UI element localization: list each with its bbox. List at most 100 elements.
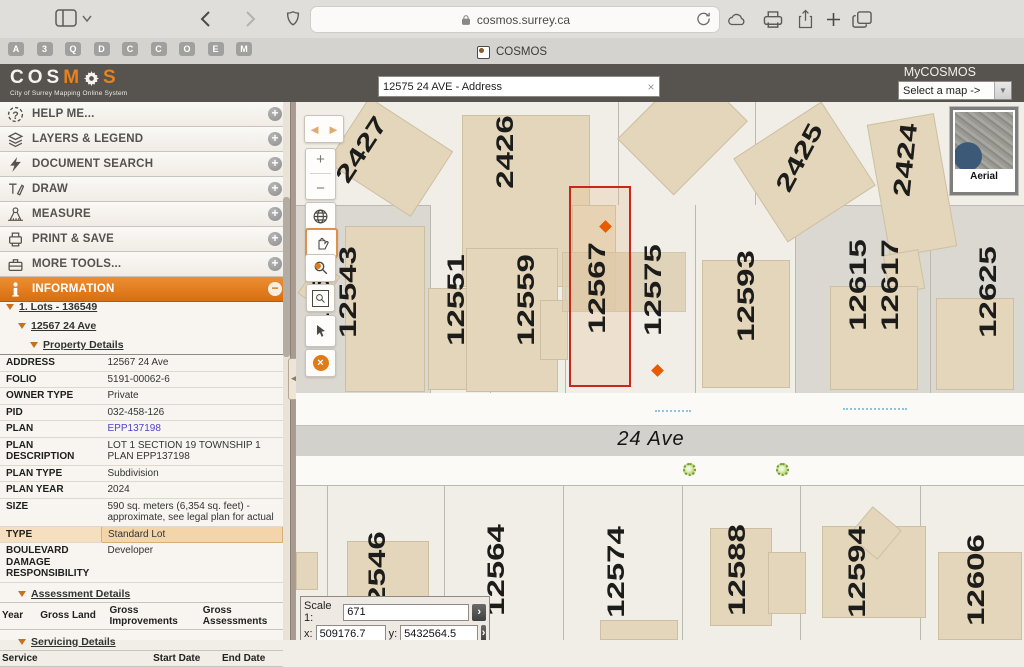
field-label: TYPE xyxy=(0,526,102,543)
tab-overview-icon[interactable] xyxy=(852,10,873,29)
parcel-label-12543[interactable]: 12543 xyxy=(335,246,362,338)
dropdown-arrow-icon[interactable]: ▼ xyxy=(994,82,1011,99)
icloud-icon[interactable] xyxy=(724,11,750,29)
scrollbar-thumb[interactable] xyxy=(283,197,290,357)
parcel-label-12551[interactable]: 12551 xyxy=(443,254,470,346)
parcel-label-12594[interactable]: 12594 xyxy=(844,526,871,618)
parcel-label-2426[interactable]: 2426 xyxy=(492,115,519,188)
print-icon[interactable] xyxy=(762,10,784,29)
clear-search-icon[interactable]: × xyxy=(643,80,659,94)
history-navigation[interactable]: ◄ ► xyxy=(304,115,344,143)
sidebar-item-measure[interactable]: MEASURE + xyxy=(0,202,290,227)
collapse-triangle-icon[interactable] xyxy=(18,323,26,329)
field-value[interactable]: EPP137198 xyxy=(102,421,283,438)
zoom-point-tool[interactable] xyxy=(305,254,336,282)
assessment-col-header: Gross Land xyxy=(38,602,107,629)
parcel-label-12617[interactable]: 12617 xyxy=(877,239,904,331)
parcel-label-12575[interactable]: 12575 xyxy=(640,244,667,336)
new-tab-icon[interactable] xyxy=(826,12,841,27)
collapse-triangle-icon[interactable] xyxy=(18,639,26,645)
chevron-down-icon[interactable] xyxy=(82,15,92,23)
assessment-details-header[interactable]: Assessment Details xyxy=(18,588,283,600)
expand-icon[interactable]: + xyxy=(268,182,282,196)
zoom-control[interactable]: + − xyxy=(305,148,336,200)
plan-link[interactable]: EPP137198 xyxy=(108,423,161,434)
sidebar-item-help-me[interactable]: HELP ME... + xyxy=(0,102,290,127)
address-search: × xyxy=(378,76,660,97)
field-label: PLAN xyxy=(0,421,102,438)
servicing-details-link[interactable]: Servicing Details xyxy=(31,636,116,648)
servicing-details-header[interactable]: Servicing Details xyxy=(18,636,283,648)
assessment-details-link[interactable]: Assessment Details xyxy=(31,588,130,600)
prev-extent-icon[interactable]: ◄ xyxy=(308,123,321,136)
parcel-label-12606[interactable]: 12606 xyxy=(963,534,990,626)
sidebar-item-document-search[interactable]: DOCUMENT SEARCH + xyxy=(0,152,290,177)
sidebar-item-print-save[interactable]: PRINT & SAVE + xyxy=(0,227,290,252)
mycosmos-link[interactable]: MyCOSMOS xyxy=(904,65,976,79)
sidebar-toggle-icon[interactable] xyxy=(55,9,77,27)
app-header: C O S M S City of Surrey Mapping Online … xyxy=(0,64,1024,102)
reload-icon[interactable] xyxy=(696,11,711,26)
expand-icon[interactable]: + xyxy=(268,207,282,221)
collapse-triangle-icon[interactable] xyxy=(6,304,14,310)
scale-input[interactable] xyxy=(343,604,469,621)
zoom-box-tool[interactable] xyxy=(306,284,335,312)
active-tab[interactable]: COSMOS xyxy=(0,44,1024,60)
street-label: 24 Ave xyxy=(596,428,706,451)
menu-icon xyxy=(7,256,24,273)
road-shoulder xyxy=(296,393,1024,425)
parcel-label-12625[interactable]: 12625 xyxy=(975,246,1002,338)
cosmos-logo[interactable]: C O S M S City of Surrey Mapping Online … xyxy=(10,67,127,97)
menu-icon xyxy=(7,206,24,223)
collapse-triangle-icon[interactable] xyxy=(18,591,26,597)
expand-icon[interactable]: + xyxy=(268,257,282,271)
menu-label: DOCUMENT SEARCH xyxy=(32,158,153,170)
share-icon[interactable] xyxy=(797,8,814,30)
lots-result[interactable]: 1. Lots - 136549 xyxy=(6,301,283,313)
zoom-out-icon[interactable]: − xyxy=(316,181,325,196)
x-coordinate-input[interactable] xyxy=(316,625,386,640)
map-canvas[interactable]: 24 Ave 242724262425242412541125431255112… xyxy=(296,102,1024,640)
parcel-label-12559[interactable]: 12559 xyxy=(513,254,540,346)
forward-icon[interactable] xyxy=(245,10,256,28)
basemap-switcher[interactable]: Aerial xyxy=(950,107,1018,195)
cosmos-favicon-icon xyxy=(477,46,490,59)
search-input[interactable] xyxy=(379,81,643,93)
clear-selection-tool[interactable]: × xyxy=(305,349,336,377)
privacy-shield-icon[interactable] xyxy=(284,9,302,29)
address-link[interactable]: 12567 24 Ave xyxy=(31,320,96,332)
lock-icon xyxy=(460,14,472,26)
parcel-label-2546[interactable]: 2546 xyxy=(364,531,391,604)
parcel-label-12574[interactable]: 12574 xyxy=(603,526,630,618)
zoom-in-icon[interactable]: + xyxy=(316,152,325,167)
sidebar-item-layers-legend[interactable]: LAYERS & LEGEND + xyxy=(0,127,290,152)
next-extent-icon[interactable]: ► xyxy=(327,123,340,136)
y-coordinate-input[interactable] xyxy=(400,625,478,640)
property-details-header[interactable]: Property Details xyxy=(30,339,283,351)
sidebar-item-draw[interactable]: DRAW + xyxy=(0,177,290,202)
field-row-type: TYPEStandard Lot xyxy=(0,526,283,543)
sidebar-item-more-tools[interactable]: MORE TOOLS... + xyxy=(0,252,290,277)
field-row-pid: PID032-458-126 xyxy=(0,404,283,421)
expand-icon[interactable]: + xyxy=(268,232,282,246)
field-value: 590 sq. meters (6,354 sq. feet) - approx… xyxy=(102,498,283,526)
parcel-label-12588[interactable]: 12588 xyxy=(724,524,751,616)
coords-go-icon[interactable]: › xyxy=(481,625,486,640)
expand-icon[interactable]: + xyxy=(268,157,282,171)
lots-link[interactable]: 1. Lots - 136549 xyxy=(19,301,97,313)
property-details-link[interactable]: Property Details xyxy=(43,339,124,351)
scale-go-icon[interactable]: › xyxy=(472,604,486,621)
map-select-dropdown[interactable]: Select a map -> ▼ xyxy=(898,81,1012,100)
back-icon[interactable] xyxy=(200,10,211,28)
parcel-label-12567[interactable]: 12567 xyxy=(584,242,611,334)
collapse-triangle-icon[interactable] xyxy=(30,342,38,348)
url-bar[interactable]: cosmos.surrey.ca xyxy=(310,6,720,33)
identify-pointer-tool[interactable] xyxy=(305,315,336,347)
parcel-label-12593[interactable]: 12593 xyxy=(733,250,760,342)
parcel-label-12615[interactable]: 12615 xyxy=(845,239,872,331)
expand-icon[interactable]: + xyxy=(268,132,282,146)
field-value: Developer xyxy=(102,543,283,583)
globe-tool[interactable] xyxy=(305,202,336,230)
expand-icon[interactable]: + xyxy=(268,107,282,121)
address-result[interactable]: 12567 24 Ave xyxy=(18,320,283,332)
